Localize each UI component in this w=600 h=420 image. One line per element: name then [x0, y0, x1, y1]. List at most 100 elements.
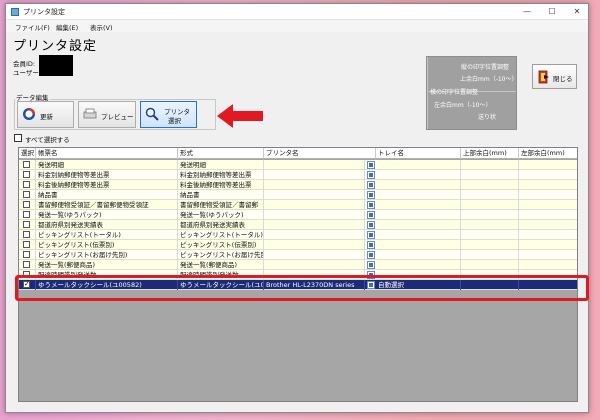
- row-checkbox[interactable]: [23, 231, 30, 238]
- row-format-cell: 料金後納郵便物等差出票: [178, 180, 264, 190]
- row-top-cell: [461, 260, 519, 270]
- col-tray-name[interactable]: トレイ名: [376, 148, 461, 159]
- row-checkbox[interactable]: [23, 181, 30, 188]
- row-select-cell: [19, 210, 36, 220]
- table-row[interactable]: 書留郵便物受領証／書留郵便物受領証 書留郵便物受領証／書留郵: [19, 200, 577, 210]
- col-top-margin[interactable]: 上部余白(mm): [461, 148, 519, 159]
- row-tray-cell: [376, 230, 461, 240]
- preview-button-label: プレビュー: [101, 113, 134, 121]
- table-row[interactable]: ピッキングリスト(伝票別) ピッキングリスト(伝票別): [19, 240, 577, 250]
- row-name-cell: ピッキングリスト(トータル): [36, 230, 178, 240]
- row-checkbox[interactable]: [23, 221, 30, 228]
- minimize-button[interactable]: —: [514, 4, 540, 19]
- exit-door-icon: [538, 70, 549, 84]
- red-pointer-arrow: [217, 104, 263, 128]
- row-tray-cell: [376, 210, 461, 220]
- row-name-cell: 都道府県別発送実績表: [36, 220, 178, 230]
- col-format[interactable]: 形式: [178, 148, 264, 159]
- row-format-cell: ピッキングリスト(お届け先別): [180, 250, 264, 260]
- redacted-user-info: [39, 55, 73, 76]
- row-format-cell: 書留郵便物受領証／書留郵: [178, 200, 264, 210]
- title-bar[interactable]: プリンタ設定 — ☐ ✕: [6, 4, 588, 20]
- row-format-cell: 料金別納郵便物等差出票: [178, 170, 264, 180]
- table-row[interactable]: 発送一覧(郵便商品) 発送一覧(郵便商品): [19, 260, 577, 270]
- row-name-cell: 発送一覧(郵便商品): [36, 260, 178, 270]
- row-checkbox[interactable]: [23, 201, 30, 208]
- table-row[interactable]: 料金別納郵便物等差出票 料金別納郵便物等差出票: [19, 170, 577, 180]
- row-checkbox[interactable]: [23, 261, 30, 268]
- row-checkbox[interactable]: [23, 171, 30, 178]
- preview-button[interactable]: プレビュー: [78, 101, 136, 128]
- row-select-cell: [19, 230, 36, 240]
- row-name-cell: ピッキングリスト(お届け先別): [36, 250, 178, 260]
- row-select-cell: [19, 260, 36, 270]
- row-checkbox[interactable]: [23, 211, 30, 218]
- row-format-cell: 発送明細: [178, 160, 264, 170]
- select-all-checkbox[interactable]: [14, 134, 22, 142]
- col-report-name[interactable]: 帳票名: [36, 148, 178, 159]
- printer-dropdown-button[interactable]: [367, 201, 375, 209]
- printer-dropdown-button[interactable]: [367, 181, 375, 189]
- row-left-cell: [519, 230, 577, 240]
- printer-dropdown-button[interactable]: [367, 171, 375, 179]
- printer-dropdown-button[interactable]: [367, 231, 375, 239]
- grid-header: 選択 帳票名 形式 プリンタ名 トレイ名 上部余白(mm) 左部余白(mm): [19, 148, 577, 159]
- row-top-cell: [461, 230, 519, 240]
- row-printer-cell: [264, 180, 365, 190]
- row-checkbox[interactable]: [23, 241, 30, 248]
- printer-dropdown-button[interactable]: [367, 221, 375, 229]
- maximize-button[interactable]: ☐: [539, 4, 565, 19]
- printer-dropdown-button[interactable]: [367, 161, 375, 169]
- row-name-cell: 発送一覧(ゆうパック): [36, 210, 178, 220]
- row-top-cell: [461, 210, 519, 220]
- table-row[interactable]: 都道府県別発送実績表 都道府県別発送実績表: [19, 220, 577, 230]
- window-close-button[interactable]: ✕: [564, 4, 590, 19]
- row-printer-cell: [264, 190, 365, 200]
- menu-file[interactable]: ファイル(F): [15, 22, 50, 32]
- row-tray-cell: [376, 260, 461, 270]
- table-row[interactable]: 発送明細 発送明細: [19, 160, 577, 170]
- printer-select-button[interactable]: プリンタ 選択: [140, 101, 197, 128]
- col-printer-name[interactable]: プリンタ名: [264, 148, 376, 159]
- table-row[interactable]: 納品書 納品書: [19, 190, 577, 200]
- printer-dropdown-button[interactable]: [367, 191, 375, 199]
- menu-view[interactable]: 表示(V): [90, 22, 113, 32]
- row-select-cell: [19, 170, 36, 180]
- row-left-cell: [519, 170, 577, 180]
- row-top-cell: [461, 240, 519, 250]
- refresh-icon: [23, 108, 35, 120]
- row-checkbox[interactable]: [23, 191, 30, 198]
- row-name-cell: 料金後納郵便物等差出票: [36, 180, 178, 190]
- row-name-cell: 書留郵便物受領証／書留郵便物受領証: [36, 200, 178, 210]
- table-row[interactable]: ピッキングリスト(お届け先別) ピッキングリスト(お届け先別): [19, 250, 577, 260]
- row-format-cell: 都道府県別発送実績表: [178, 220, 264, 230]
- col-left-margin[interactable]: 左部余白(mm): [519, 148, 577, 159]
- printer-dropdown-button[interactable]: [367, 261, 375, 269]
- printer-dropdown-button[interactable]: [367, 251, 375, 259]
- row-checkbox[interactable]: [23, 161, 30, 168]
- app-icon: [11, 8, 19, 16]
- printer-dropdown-button[interactable]: [367, 241, 375, 249]
- print-position-panel: 縦の印字位置調整 上余白mm（-10～） 横の印字位置調整 左余白mm（-10～…: [426, 56, 518, 130]
- row-top-cell: [461, 220, 519, 230]
- menu-edit[interactable]: 編集(E): [56, 22, 78, 32]
- row-printer-cell: [264, 250, 365, 260]
- row-top-cell: [461, 160, 519, 170]
- vertical-adjust-title: 縦の印字位置調整: [461, 64, 510, 71]
- row-format-cell: 発送一覧(ゆうパック): [178, 210, 264, 220]
- col-select[interactable]: 選択: [19, 148, 36, 159]
- printer-dropdown-button[interactable]: [367, 211, 375, 219]
- row-left-cell: [519, 190, 577, 200]
- table-row[interactable]: 料金後納郵便物等差出票 料金後納郵便物等差出票: [19, 180, 577, 190]
- row-format-cell: ピッキングリスト(トータル): [180, 230, 264, 240]
- row-printer-cell: [264, 220, 365, 230]
- update-button[interactable]: 更新: [17, 101, 74, 128]
- update-button-label: 更新: [40, 113, 53, 121]
- row-checkbox[interactable]: [23, 251, 30, 258]
- close-button[interactable]: 閉じる: [532, 64, 577, 89]
- row-select-cell: [19, 240, 36, 250]
- table-row[interactable]: ピッキングリスト(トータル) ピッキングリスト(トータル): [19, 230, 577, 240]
- page-title: プリンタ設定: [13, 39, 98, 54]
- magnifier-icon: [145, 107, 159, 121]
- table-row[interactable]: 発送一覧(ゆうパック) 発送一覧(ゆうパック): [19, 210, 577, 220]
